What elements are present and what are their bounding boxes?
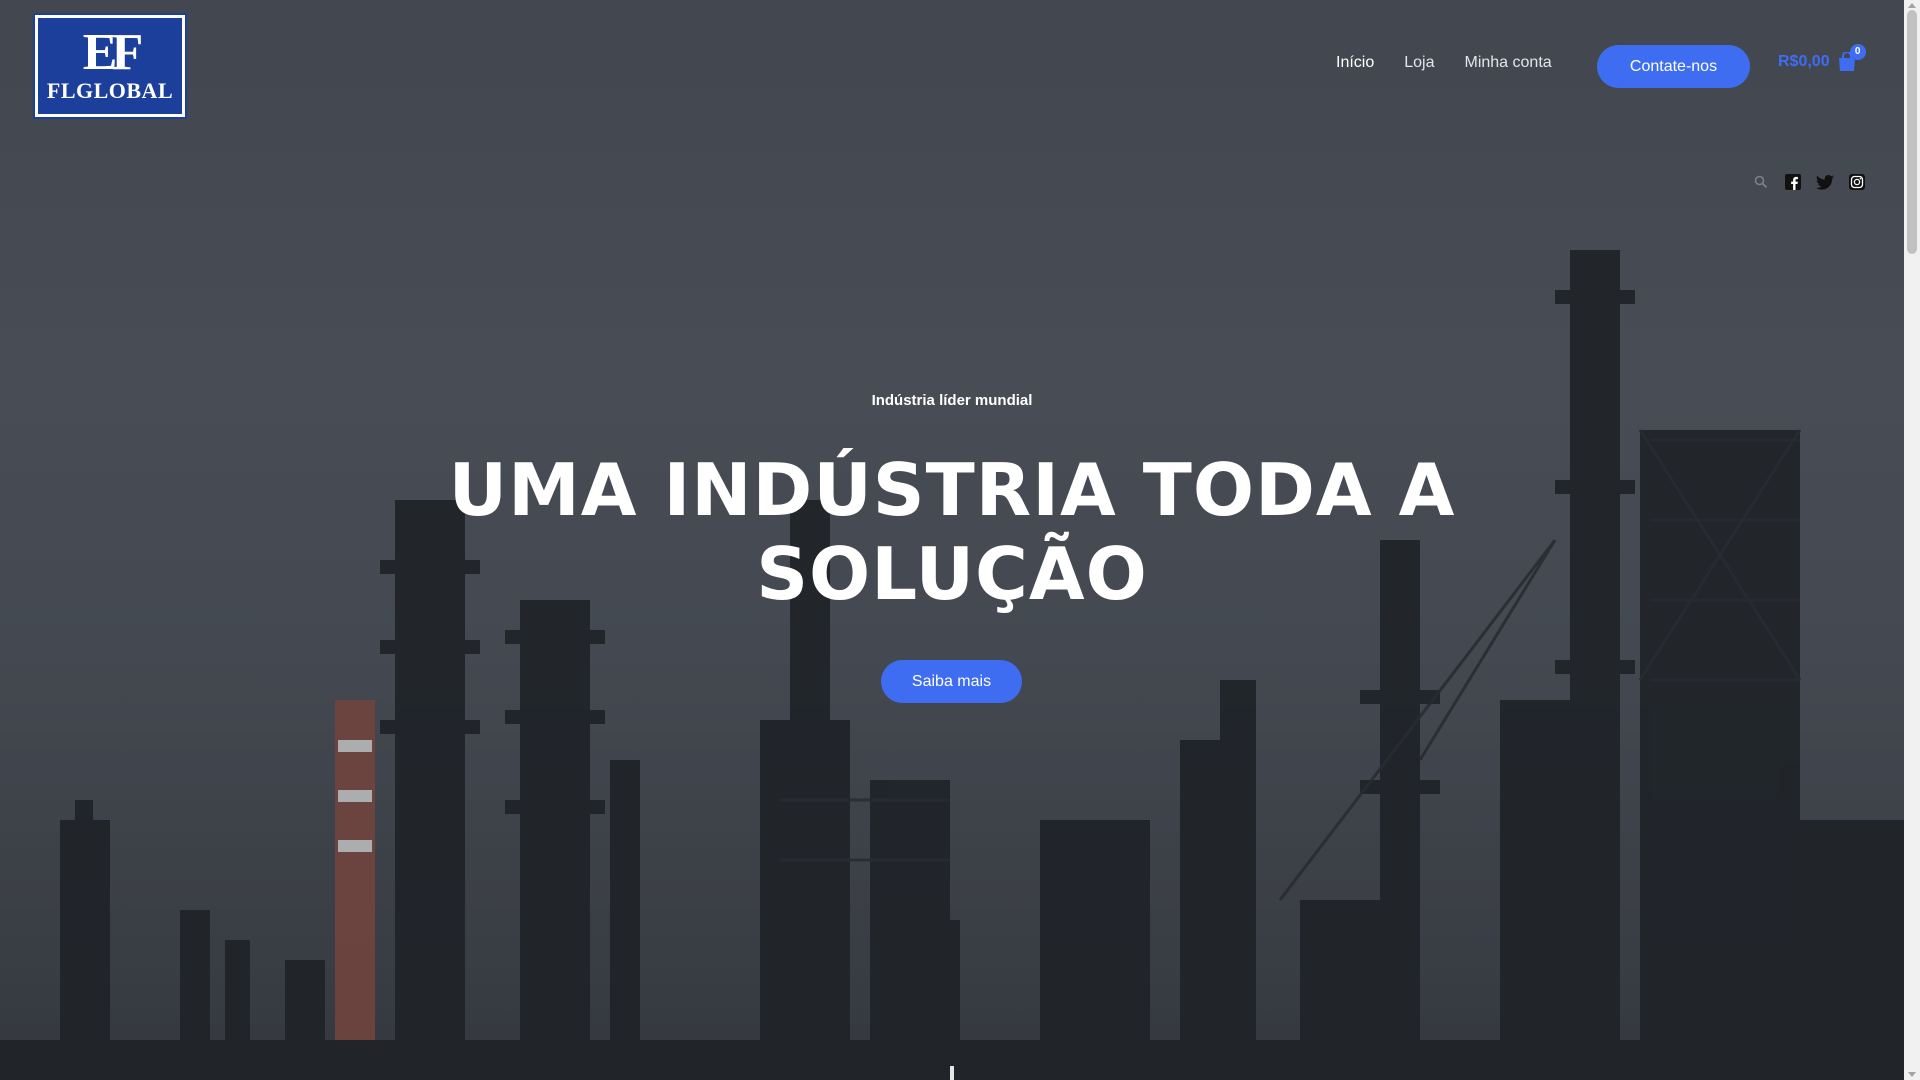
- nav-item-loja[interactable]: Loja: [1404, 54, 1434, 72]
- twitter-icon[interactable]: [1816, 173, 1834, 191]
- nav-item-minha-conta[interactable]: Minha conta: [1465, 54, 1552, 72]
- slide-indicator: [950, 1066, 954, 1080]
- cart-count-badge: 0: [1849, 44, 1866, 60]
- logo-mark: EF: [82, 24, 144, 81]
- saiba-mais-button[interactable]: Saiba mais: [881, 660, 1022, 703]
- scroll-thumb[interactable]: [1907, 10, 1917, 254]
- cart-total: R$0,00: [1778, 53, 1830, 70]
- search-icon[interactable]: [1752, 173, 1770, 191]
- facebook-icon[interactable]: [1784, 173, 1802, 191]
- cart-link[interactable]: R$0,00 0: [1778, 44, 1866, 72]
- contact-button[interactable]: Contate-nos: [1597, 45, 1750, 88]
- scroll-down-arrow-icon[interactable]: [1908, 1072, 1916, 1077]
- hero-kicker: Indústria líder mundial: [871, 392, 1033, 409]
- main-nav: Início Loja Minha conta: [1336, 54, 1552, 72]
- instagram-icon[interactable]: [1848, 173, 1866, 191]
- scroll-up-arrow-icon[interactable]: [1908, 3, 1916, 8]
- shopping-bag-icon: 0: [1836, 44, 1866, 72]
- site-logo[interactable]: EF FLGLOBAL: [33, 13, 187, 119]
- logo-text: FLGLOBAL: [46, 78, 174, 103]
- utility-icons: [1752, 173, 1866, 191]
- nav-item-inicio[interactable]: Início: [1336, 54, 1374, 72]
- page-scrollbar[interactable]: [1904, 0, 1920, 1080]
- hero-headline: UMA INDÚSTRIA TODA A SOLUÇÃO: [448, 448, 1456, 616]
